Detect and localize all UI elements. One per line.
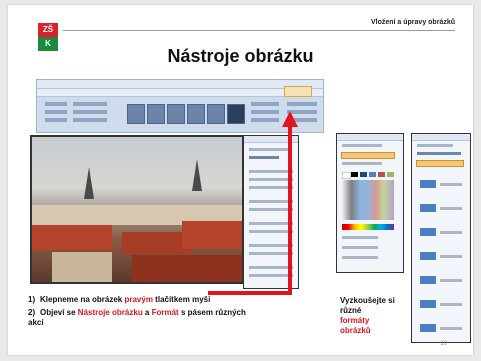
steps-list: 1) Klepneme na obrázek pravým tlačítkem m… <box>28 295 248 331</box>
step-2-text-d: Formát <box>151 308 179 317</box>
step-2-text-a: Objeví se <box>40 308 78 317</box>
step-2-text-c: a <box>142 308 152 317</box>
step-2-text-b: Nástroje obrázku <box>77 308 143 317</box>
step-2: 2) Objeví se Nástroje obrázku a Formát s … <box>28 308 248 328</box>
step-1-number: 1) <box>28 295 36 304</box>
try-note: Vyzkoušejte si různé formáty obrázků <box>340 296 400 336</box>
red-arrow-line <box>208 125 292 295</box>
step-1-text-c: tlačítkem myši <box>152 295 211 304</box>
step-2-number: 2) <box>28 308 36 317</box>
step-1: 1) Klepneme na obrázek pravým tlačítkem m… <box>28 295 248 305</box>
try-note-line1: Vyzkoušejte si různé <box>340 296 395 315</box>
page-number: 10 <box>440 341 447 347</box>
slide: ZŠ K Vložení a úpravy obrázků Nástroje o… <box>8 5 473 355</box>
try-note-line2: formáty obrázků <box>340 316 371 335</box>
red-arrow-head <box>282 111 298 127</box>
step-1-text-b: pravým <box>124 295 153 304</box>
step-1-text-a: Klepneme na obrázek <box>40 295 125 304</box>
